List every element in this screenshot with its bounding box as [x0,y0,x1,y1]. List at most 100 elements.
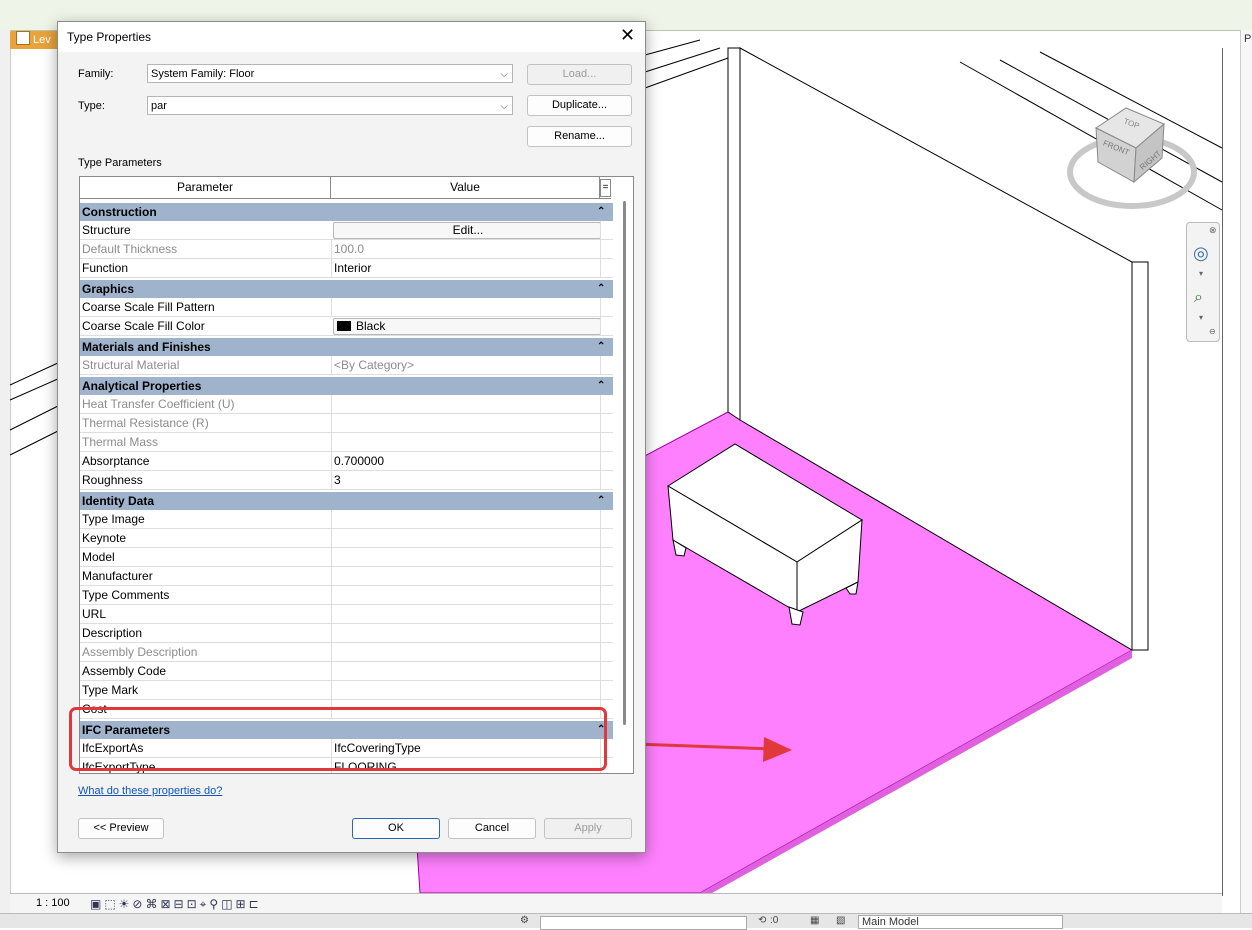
group-header[interactable]: Analytical Properties ⌃ [80,377,613,395]
group-label: Graphics [82,282,135,296]
zoom-icon[interactable]: ⌕ [1194,289,1203,307]
navigation-bar[interactable]: ⊗ ◎ ▾ ⌕ ▾ ⊖ [1186,222,1220,342]
duplicate-button[interactable]: Duplicate... [527,95,632,116]
view-scale[interactable]: 1 : 100 [36,897,70,909]
parameter-name: Heat Transfer Coefficient (U) [82,397,235,411]
parameter-row[interactable]: Function Interior [80,259,613,278]
parameter-row[interactable]: Heat Transfer Coefficient (U) [80,395,613,414]
collapse-icon[interactable]: ⌃ [597,721,605,739]
parameter-row[interactable]: Default Thickness 100.0 [80,240,613,259]
parameter-row[interactable]: Manufacturer [80,567,613,586]
chevron-down-icon[interactable]: ⌵ [500,97,508,116]
parameter-value [331,395,600,413]
steering-wheel-icon[interactable]: ◎ [1193,243,1209,264]
type-label: Type: [78,100,105,112]
parameter-value[interactable] [331,567,600,585]
parameter-row[interactable]: Type Mark [80,681,613,700]
group-header[interactable]: IFC Parameters ⌃ [80,721,613,739]
parameter-row[interactable]: Structure Edit... [80,221,613,240]
group-header[interactable]: Graphics ⌃ [80,280,613,298]
apply-button[interactable]: Apply [544,818,632,839]
parameter-row[interactable]: Thermal Resistance (R) [80,414,613,433]
group-header[interactable]: Materials and Finishes ⌃ [80,338,613,356]
worksets-icon[interactable]: ⚙ [520,915,529,926]
parameter-row[interactable]: Keynote [80,529,613,548]
parameter-value[interactable] [331,548,600,566]
parameter-row[interactable]: Model [80,548,613,567]
help-link[interactable]: What do these properties do? [78,785,222,797]
chevron-down-icon[interactable]: ⌵ [500,65,508,84]
parameter-rows: Construction ⌃ Structure Edit... Default Thi… [80,201,613,773]
value-column-header[interactable]: Value [331,177,600,198]
parameter-row[interactable]: Coarse Scale Fill Pattern [80,298,613,317]
collapse-icon[interactable]: ⌃ [597,338,605,356]
collapse-icon[interactable]: ⌃ [597,492,605,510]
parameter-value [331,643,600,661]
parameter-value[interactable] [331,662,600,680]
parameter-row[interactable]: Coarse Scale Fill Color Black [80,317,613,336]
viewcube[interactable]: TOP FRONT RIGHT [1067,107,1197,209]
parameter-row[interactable]: Cost [80,700,613,719]
parameter-column-header[interactable]: Parameter [80,177,331,198]
parameter-value[interactable]: Interior [331,259,600,277]
parameter-value[interactable] [331,529,600,547]
parameter-name: Type Comments [82,588,170,602]
design-options-icon[interactable]: ▦ [810,915,819,926]
chevron-down-icon[interactable]: ▾ [1199,313,1203,322]
parameter-value[interactable]: FLOORING [331,758,600,773]
editable-icon[interactable]: ▧ [836,915,845,926]
sync-icon[interactable]: ⟲ [758,915,766,926]
parameter-row[interactable]: URL [80,605,613,624]
collapse-icon[interactable]: ⌃ [597,377,605,395]
resize-icon[interactable]: ⊖ [1209,327,1216,336]
parameter-value[interactable] [331,624,600,642]
view-control-icons[interactable]: ▣⬚☀⊘⌘⊠⊟⊡⌖⚲◫⊞⊏ [90,897,262,912]
parameter-row[interactable]: Description [80,624,613,643]
color-value-button[interactable]: Black [333,318,601,335]
chevron-down-icon[interactable]: ▾ [1199,269,1203,278]
parameter-value[interactable]: IfcCoveringType [331,739,600,757]
parameter-row[interactable]: Thermal Mass [80,433,613,452]
grid-scrollbar[interactable] [619,201,631,771]
parameter-value[interactable] [331,700,600,718]
parameter-value[interactable] [331,298,600,316]
ok-button[interactable]: OK [352,818,440,839]
parameter-row[interactable]: Structural Material <By Category> [80,356,613,375]
preview-button[interactable]: << Preview [78,818,164,839]
parameter-name: Thermal Mass [82,435,159,449]
parameter-row[interactable]: IfcExportType FLOORING [80,758,613,773]
type-combo[interactable]: par ⌵ [147,96,513,115]
workset-select[interactable] [540,916,747,930]
parameter-row[interactable]: Roughness 3 [80,471,613,490]
parameter-row[interactable]: Type Comments [80,586,613,605]
collapse-icon[interactable]: ⌃ [597,280,605,298]
parameter-row[interactable]: Type Image [80,510,613,529]
group-header[interactable]: Identity Data ⌃ [80,492,613,510]
parameter-value[interactable] [331,510,600,528]
parameter-row[interactable]: IfcExportAs IfcCoveringType [80,739,613,758]
parameter-name: Roughness [82,473,143,487]
close-icon[interactable]: ✕ [620,25,635,45]
parameter-value[interactable] [331,605,600,623]
close-icon[interactable]: ⊗ [1209,225,1217,236]
parameter-name: Type Mark [82,683,139,697]
parameter-value[interactable]: 3 [331,471,600,489]
dialog-titlebar[interactable]: Type Properties ✕ [58,22,645,52]
parameter-value[interactable] [331,681,600,699]
parameter-name: Description [82,626,143,640]
edit-structure-button[interactable]: Edit... [333,222,601,239]
parameter-name: Assembly Description [82,645,198,659]
family-combo[interactable]: System Family: Floor ⌵ [147,64,513,83]
collapse-icon[interactable]: ⌃ [597,203,605,221]
rename-button[interactable]: Rename... [527,126,632,147]
group-header[interactable]: Construction ⌃ [80,203,613,221]
scrollbar-thumb[interactable] [623,201,626,725]
cancel-button[interactable]: Cancel [448,818,536,839]
parameter-row[interactable]: Absorptance 0.700000 [80,452,613,471]
parameter-value[interactable] [331,586,600,604]
parameter-value[interactable]: 0.700000 [331,452,600,470]
parameter-row[interactable]: Assembly Code [80,662,613,681]
load-button[interactable]: Load... [527,64,632,85]
parameter-row[interactable]: Assembly Description [80,643,613,662]
formula-column-header[interactable]: = [600,179,611,197]
